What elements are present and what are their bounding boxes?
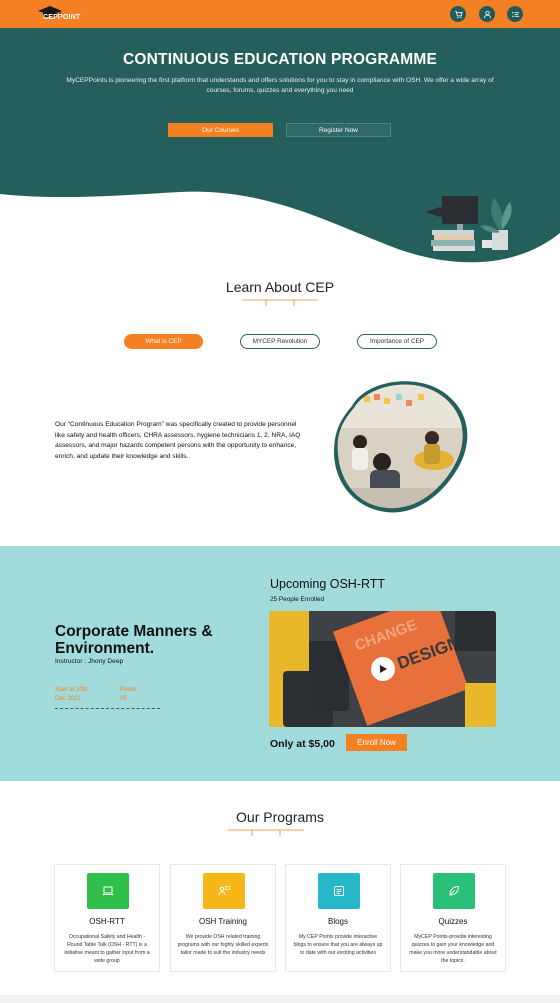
program-card-quizzes[interactable]: Quizzes MyCEP Points-provide interesting… <box>400 864 506 972</box>
card-title: Quizzes <box>438 917 468 926</box>
logo-text[interactable]: CEPPOINT <box>43 14 80 21</box>
card-title: OSH-RTT <box>89 917 125 926</box>
card-title: OSH Training <box>198 917 248 926</box>
learn-about-title: Learn About CEP <box>225 279 335 295</box>
card-description: Occupational Safety and Health - Round T… <box>64 934 150 964</box>
hero-title: CONTINUOUS EDUCATION PROGRAMME <box>123 51 437 68</box>
instructor-name: Instructor : Jhony Deep <box>55 658 124 665</box>
user-icon[interactable] <box>479 6 495 22</box>
footer-strip <box>0 995 560 1003</box>
tab-what-is-cep[interactable]: What is CEP <box>124 334 203 349</box>
our-programs-title: Our Programs <box>236 809 324 825</box>
tab-importance-of-cep[interactable]: Importance of CEP <box>357 334 437 349</box>
course-price: Only at $5,00 <box>270 738 335 750</box>
top-navbar: CEPPOINT <box>0 0 560 28</box>
hero-section: CONTINUOUS EDUCATION PROGRAMME MyCEPPoin… <box>0 28 560 268</box>
program-card-osh-training[interactable]: OSH Training We provide OSH related trai… <box>170 864 276 972</box>
enroll-now-button[interactable]: Enroll Now <box>346 734 407 751</box>
points-block: Points 05 <box>120 686 137 704</box>
upcoming-course-section: Corporate Manners & Environment. Instruc… <box>0 546 560 781</box>
hero-description: MyCEPPoints is pioneering the first plat… <box>66 77 494 94</box>
document-icon <box>318 873 360 909</box>
card-title: Blogs <box>327 917 348 926</box>
play-button-icon[interactable] <box>371 657 395 681</box>
start-date: Dec 2022 <box>55 696 81 702</box>
enrolled-count: 25 People Enrolled <box>270 596 325 603</box>
tab-mycep-revolution[interactable]: MYCEP Revolution <box>240 334 320 349</box>
start-label: Start at 20th <box>55 687 88 693</box>
about-cep-text: Our “Continuous Education Program” was s… <box>55 421 301 460</box>
dashed-divider <box>55 708 160 709</box>
cart-icon[interactable] <box>450 6 466 22</box>
points-label: Points <box>120 687 137 693</box>
title-underline-ornament <box>228 829 304 836</box>
course-title[interactable]: Corporate Manners & Environment. <box>55 623 255 657</box>
video-player[interactable]: CHANGE BY DESIGN <box>269 611 496 727</box>
leaf-icon <box>433 873 475 909</box>
points-value: 05 <box>120 696 127 702</box>
upcoming-title: Upcoming OSH-RTT <box>270 577 386 591</box>
program-card-osh-rtt[interactable]: OSH-RTT Occupational Safety and Health -… <box>54 864 160 972</box>
menu-list-icon[interactable] <box>507 6 523 22</box>
card-description: My CEP Points provide interactive blogs … <box>293 934 383 956</box>
title-underline-ornament <box>242 299 318 306</box>
our-courses-button[interactable]: Our Courses <box>168 123 273 137</box>
start-date-block: Start at 20th Dec 2022 <box>55 686 88 704</box>
desk-books-plant-illustration <box>426 196 512 251</box>
classroom-photo <box>334 381 468 513</box>
laptop-icon <box>87 873 129 909</box>
register-now-button[interactable]: Register Now <box>286 123 391 137</box>
program-card-blogs[interactable]: Blogs My CEP Points provide interactive … <box>285 864 391 972</box>
card-description: We provide OSH related training programs… <box>177 934 269 956</box>
card-description: MyCEP Points-provide interesting quizzes… <box>409 934 497 964</box>
trainer-icon <box>203 873 245 909</box>
